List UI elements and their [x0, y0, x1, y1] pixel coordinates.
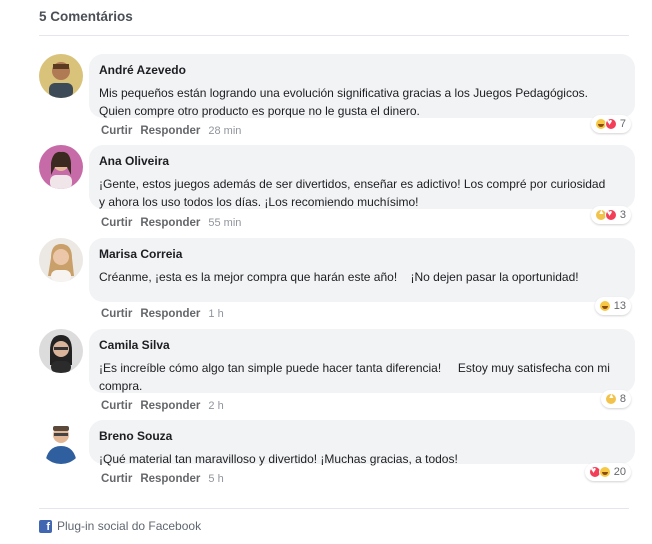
comment-bubble: Marisa Correia Créanme, ¡esta es la mejo… [89, 238, 635, 302]
reaction-count: 3 [619, 209, 626, 221]
comment-bubble: André Azevedo Mis pequeños están logrand… [89, 54, 635, 118]
comment-bubble: Breno Souza ¡Qué material tan maravillos… [89, 420, 635, 466]
comment-actions: Curtir Responder 2 h [101, 400, 224, 412]
comment-text: Mis pequeños están logrando una evolució… [99, 86, 588, 118]
reactions-badge[interactable]: 3 [590, 206, 631, 224]
reactions-badge[interactable]: 13 [594, 297, 631, 315]
comment-timestamp[interactable]: 55 min [208, 217, 241, 229]
comment-bubble: Camila Silva ¡Es increíble cómo algo tan… [89, 329, 635, 393]
comment-timestamp[interactable]: 2 h [208, 400, 223, 412]
comment-actions: Curtir Responder 5 h [101, 473, 224, 485]
comment-timestamp[interactable]: 28 min [208, 125, 241, 137]
reactions-badge[interactable]: 20 [584, 463, 631, 481]
comment-actions: Curtir Responder 55 min [101, 217, 241, 229]
comment-text: ¡Gente, estos juegos además de ser diver… [99, 177, 606, 209]
reaction-count: 13 [613, 300, 626, 312]
comment-timestamp[interactable]: 1 h [208, 308, 223, 320]
comment-author[interactable]: André Azevedo [99, 62, 625, 78]
haha-reaction-icon [598, 466, 611, 478]
comment-author[interactable]: Marisa Correia [99, 246, 625, 262]
reply-button[interactable]: Responder [140, 308, 200, 320]
facebook-icon: f [39, 519, 52, 533]
like-button[interactable]: Curtir [101, 473, 132, 485]
like-button[interactable]: Curtir [101, 308, 132, 320]
facebook-plugin-label[interactable]: Plug-in social do Facebook [57, 519, 201, 533]
love-reaction-icon [604, 208, 617, 221]
reactions-badge[interactable]: 8 [600, 390, 631, 408]
header-divider [39, 35, 629, 36]
avatar[interactable] [39, 238, 83, 282]
like-button[interactable]: Curtir [101, 217, 132, 229]
reply-button[interactable]: Responder [140, 400, 200, 412]
footer-divider [39, 508, 629, 509]
haha-reaction-icon [598, 300, 611, 312]
comment-actions: Curtir Responder 1 h [101, 308, 224, 320]
reaction-count: 7 [619, 118, 626, 130]
reactions-badge[interactable]: 7 [590, 115, 631, 133]
avatar[interactable] [39, 420, 83, 464]
comment-text: ¡Es increíble cómo algo tan simple puede… [99, 361, 610, 393]
avatar[interactable] [39, 54, 83, 98]
comment-author[interactable]: Camila Silva [99, 337, 625, 353]
love-reaction-icon [604, 117, 617, 130]
reply-button[interactable]: Responder [140, 217, 200, 229]
comment-author[interactable]: Breno Souza [99, 428, 625, 444]
avatar[interactable] [39, 329, 83, 373]
facebook-plugin-footer[interactable]: f Plug-in social do Facebook [39, 519, 201, 533]
comment-author[interactable]: Ana Oliveira [99, 153, 625, 169]
reply-button[interactable]: Responder [140, 125, 200, 137]
like-button[interactable]: Curtir [101, 400, 132, 412]
comment-timestamp[interactable]: 5 h [208, 473, 223, 485]
comment-text: ¡Qué material tan maravilloso y divertid… [99, 452, 458, 466]
comment-bubble: Ana Oliveira ¡Gente, estos juegos además… [89, 145, 635, 209]
like-button[interactable]: Curtir [101, 125, 132, 137]
reaction-count: 20 [613, 466, 626, 478]
comment-text: Créanme, ¡esta es la mejor compra que ha… [99, 270, 579, 284]
reaction-count: 8 [619, 393, 626, 405]
reply-button[interactable]: Responder [140, 473, 200, 485]
avatar[interactable] [39, 145, 83, 189]
like-reaction-icon [604, 393, 617, 405]
comment-actions: Curtir Responder 28 min [101, 125, 241, 137]
comments-count-title: 5 Comentários [39, 9, 133, 24]
